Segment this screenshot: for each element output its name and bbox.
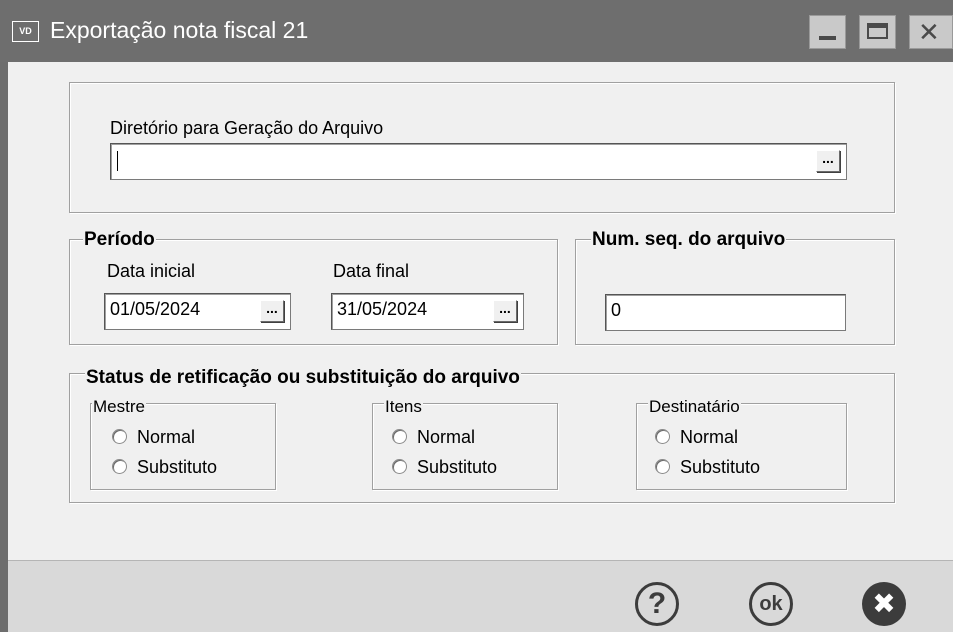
close-button[interactable]: ✕ xyxy=(909,15,953,49)
radio-button[interactable] xyxy=(392,459,407,474)
radio-label: Substituto xyxy=(417,457,498,477)
period-title: Período xyxy=(83,229,156,251)
radio-label: Normal xyxy=(137,427,196,447)
directory-input[interactable]: ... xyxy=(110,143,847,180)
sequence-title: Num. seq. do arquivo xyxy=(591,229,787,251)
radio-button[interactable] xyxy=(392,429,407,444)
maximize-button[interactable] xyxy=(859,15,896,49)
start-date-input[interactable]: 01/05/2024 ... xyxy=(104,293,291,330)
end-date-input[interactable]: 31/05/2024 ... xyxy=(331,293,524,330)
status-title: Status de retificação ou substituição do… xyxy=(85,367,521,389)
end-date-picker-button[interactable]: ... xyxy=(493,300,517,322)
window-title: Exportação nota fiscal 21 xyxy=(50,17,309,43)
start-date-picker-button[interactable]: ... xyxy=(260,300,284,322)
help-button[interactable]: ? xyxy=(635,582,679,626)
export-dialog: VD Exportação nota fiscal 21 ✕ Diretório… xyxy=(0,0,953,632)
ok-button[interactable]: ok xyxy=(749,582,793,626)
minimize-button[interactable] xyxy=(809,15,846,49)
footer-bar xyxy=(8,560,953,632)
end-date-label: Data final xyxy=(333,261,410,281)
maximize-icon xyxy=(867,23,888,39)
radio-label: Normal xyxy=(680,427,739,447)
help-icon: ? xyxy=(647,587,667,620)
sequence-value: 0 xyxy=(611,300,622,320)
mestre-title: Mestre xyxy=(92,397,146,417)
radio-button[interactable] xyxy=(655,429,670,444)
minimize-icon xyxy=(819,36,836,40)
ok-icon: ok xyxy=(759,593,783,615)
window-border xyxy=(0,62,8,632)
radio-label: Substituto xyxy=(137,457,218,477)
end-date-value: 31/05/2024 xyxy=(337,299,428,319)
destinatario-title: Destinatário xyxy=(648,397,741,417)
cancel-button[interactable]: ✖ xyxy=(862,582,906,626)
radio-label: Substituto xyxy=(680,457,761,477)
radio-button[interactable] xyxy=(112,429,127,444)
radio-label: Normal xyxy=(417,427,476,447)
app-icon: VD xyxy=(12,21,39,42)
directory-browse-button[interactable]: ... xyxy=(816,150,840,172)
text-caret xyxy=(117,151,118,171)
start-date-value: 01/05/2024 xyxy=(110,299,201,319)
start-date-label: Data inicial xyxy=(107,261,196,281)
sequence-input[interactable]: 0 xyxy=(605,294,846,331)
radio-button[interactable] xyxy=(655,459,670,474)
directory-label: Diretório para Geração do Arquivo xyxy=(110,118,384,138)
close-icon: ✕ xyxy=(918,18,940,48)
radio-button[interactable] xyxy=(112,459,127,474)
cancel-icon: ✖ xyxy=(872,587,896,620)
title-bar[interactable]: VD Exportação nota fiscal 21 ✕ xyxy=(0,0,953,62)
itens-title: Itens xyxy=(384,397,423,417)
